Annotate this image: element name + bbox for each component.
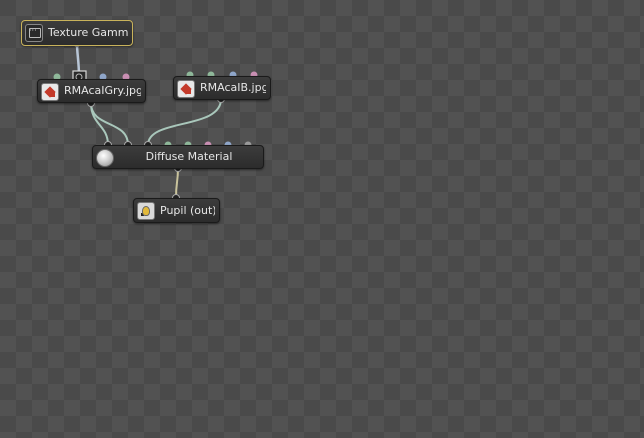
node-label: RMAcaIGry.jpg (64, 84, 141, 97)
node-label: Texture Gamma (48, 26, 128, 39)
wire-diffuse-to-pupil (175, 167, 179, 199)
node-rmacalgry[interactable]: RMAcaIGry.jpg (37, 79, 146, 103)
wire-rmacalb-to-diffuse (147, 98, 222, 146)
image-icon (41, 83, 59, 101)
node-rmacalb[interactable]: RMAcaIB.jpg (173, 76, 271, 100)
node-label: Pupil (out) (160, 204, 215, 217)
monitor-icon (25, 24, 43, 42)
node-label: RMAcaIB.jpg (200, 81, 266, 94)
node-texture-gamma[interactable]: Texture Gamma (21, 20, 133, 46)
node-graph-canvas[interactable] (0, 0, 644, 438)
wire-rmacalgry-to-diffuse-1 (90, 102, 109, 146)
node-label: Diffuse Material (145, 150, 233, 163)
node-diffuse-material[interactable]: Diffuse Material (92, 145, 264, 169)
sphere-icon (96, 149, 114, 167)
output-icon (137, 202, 155, 220)
node-pupil-out[interactable]: Pupil (out) (133, 198, 220, 223)
wire-rmacalgry-to-diffuse-2 (90, 102, 129, 146)
image-icon (177, 80, 195, 98)
